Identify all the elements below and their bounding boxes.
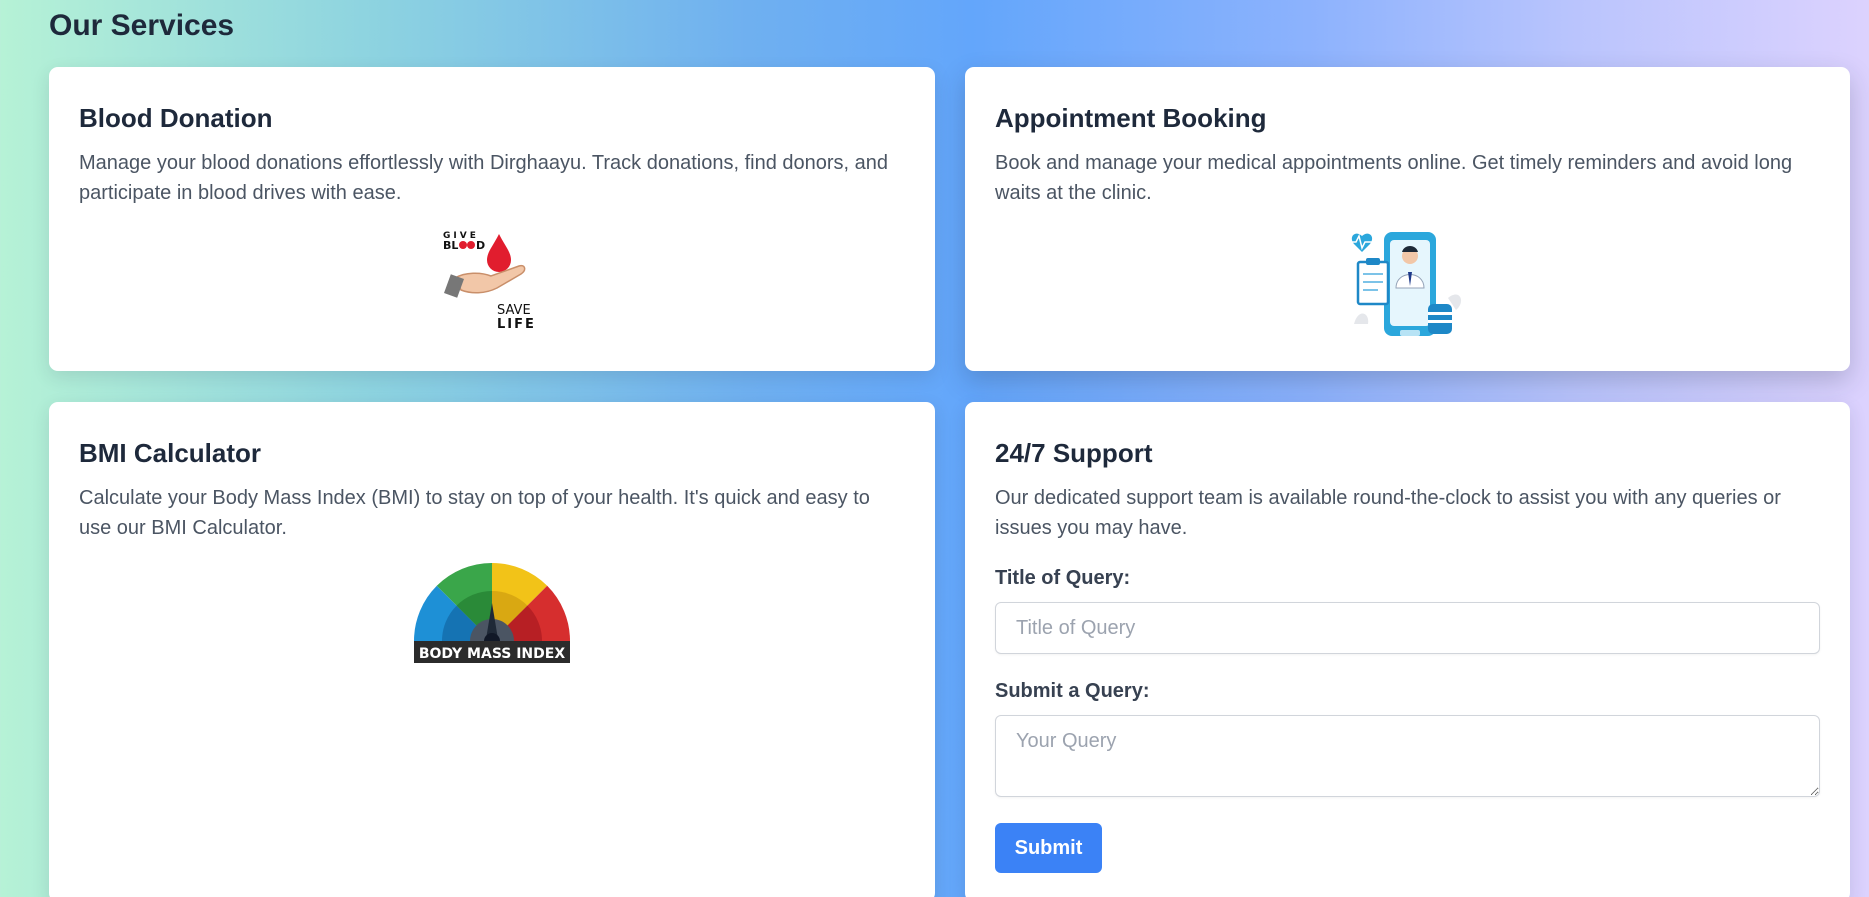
svg-text:SAVE: SAVE <box>497 303 531 318</box>
card-title: 24/7 Support <box>995 438 1153 468</box>
submit-button[interactable]: Submit <box>995 823 1102 873</box>
query-title-label: Title of Query: <box>995 567 1131 589</box>
card-title: BMI Calculator <box>79 438 262 468</box>
card-description: Calculate your Body Mass Index (BMI) to … <box>79 487 870 539</box>
bmi-gauge-icon: BODY MASS INDEX <box>79 563 905 663</box>
query-body-label: Submit a Query: <box>995 680 1150 702</box>
bmi-gauge-caption: BODY MASS INDEX <box>419 646 565 662</box>
service-card-support: 24/7 Support Our dedicated support team … <box>965 402 1850 897</box>
card-description: Manage your blood donations effortlessly… <box>79 152 889 204</box>
card-title: Appointment Booking <box>995 103 1267 133</box>
svg-text:D: D <box>476 239 485 252</box>
give-blood-save-life-icon: GIVE BL D SAVE LIFE <box>79 228 905 332</box>
svg-text:BL: BL <box>443 239 458 252</box>
card-description: Our dedicated support team is available … <box>995 487 1781 539</box>
svg-text:LIFE: LIFE <box>497 317 536 332</box>
query-body-textarea[interactable] <box>995 715 1820 797</box>
query-title-input[interactable] <box>995 602 1820 654</box>
service-card-blood-donation: Blood Donation Manage your blood donatio… <box>49 67 935 371</box>
card-title: Blood Donation <box>79 103 273 133</box>
doctor-phone-appointment-icon <box>995 228 1820 340</box>
service-card-bmi-calculator: BMI Calculator Calculate your Body Mass … <box>49 402 935 897</box>
card-description: Book and manage your medical appointment… <box>995 152 1793 204</box>
service-card-appointment-booking: Appointment Booking Book and manage your… <box>965 67 1850 371</box>
page-title: Our Services <box>49 9 235 42</box>
